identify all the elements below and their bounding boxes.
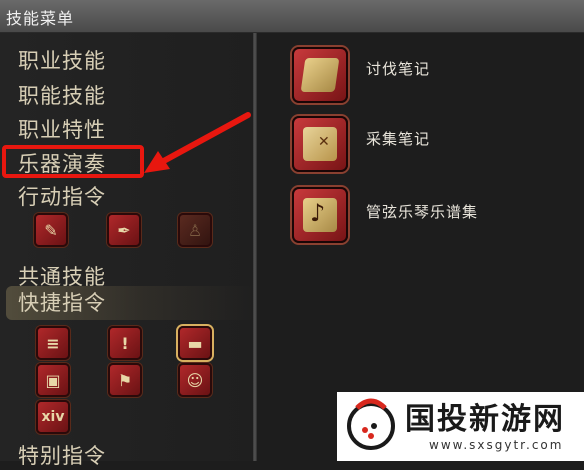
item-gathering-log[interactable]: 采集笔记 (366, 128, 430, 149)
category-quick-commands[interactable]: 快捷指令 (6, 286, 254, 320)
category-job-traits[interactable]: 职业特性 (18, 114, 106, 144)
watermark: 国投新游网 www.sxsgytr.com (337, 392, 584, 461)
figure-icon[interactable]: ♙ (178, 213, 212, 247)
music-note-icon: ♪ (310, 199, 326, 227)
watermark-logo-icon (347, 398, 395, 450)
category-role-actions[interactable]: 职能技能 (18, 80, 106, 110)
watermark-brand: 国投新游网 (405, 402, 565, 437)
map-info-icon[interactable]: ▣ (36, 363, 70, 397)
category-special-commands[interactable]: 特别指令 (18, 440, 106, 470)
flag-list-icon[interactable]: ⚑ (108, 363, 142, 397)
annotation-arrow-icon (144, 112, 251, 173)
list-person-icon[interactable]: ≡ (36, 326, 70, 360)
map-x-mark-icon: ✕ (318, 134, 330, 150)
book-cover-icon (300, 58, 340, 92)
orchestrion-songbook-icon[interactable]: ♪ (292, 187, 348, 243)
gathering-log-map-icon[interactable]: ✕ (292, 116, 348, 172)
book-icon[interactable]: ▬ (178, 326, 212, 360)
item-orchestrion-songbook[interactable]: 管弦乐琴乐谱集 (366, 201, 478, 222)
watermark-url: www.sxsgytr.com (429, 438, 564, 452)
xiv-icon-text: xiv (41, 409, 65, 425)
annotation-highlight-box (2, 145, 144, 178)
faces-icon[interactable]: ☺ (178, 363, 212, 397)
hunting-log-icon[interactable] (292, 47, 348, 103)
category-job-actions[interactable]: 职业技能 (18, 45, 106, 75)
window-titlebar: 技能菜单 (0, 0, 584, 33)
item-hunting-log[interactable]: 讨伐笔记 (366, 58, 430, 79)
window-title: 技能菜单 (6, 9, 75, 28)
exclamation-icon[interactable]: ! (108, 326, 142, 360)
sign-board-icon[interactable]: ✎ (34, 213, 68, 247)
category-action-commands[interactable]: 行动指令 (18, 181, 106, 211)
book-quill-icon[interactable]: ✒ (107, 213, 141, 247)
xiv-icon[interactable]: xiv (36, 400, 70, 434)
